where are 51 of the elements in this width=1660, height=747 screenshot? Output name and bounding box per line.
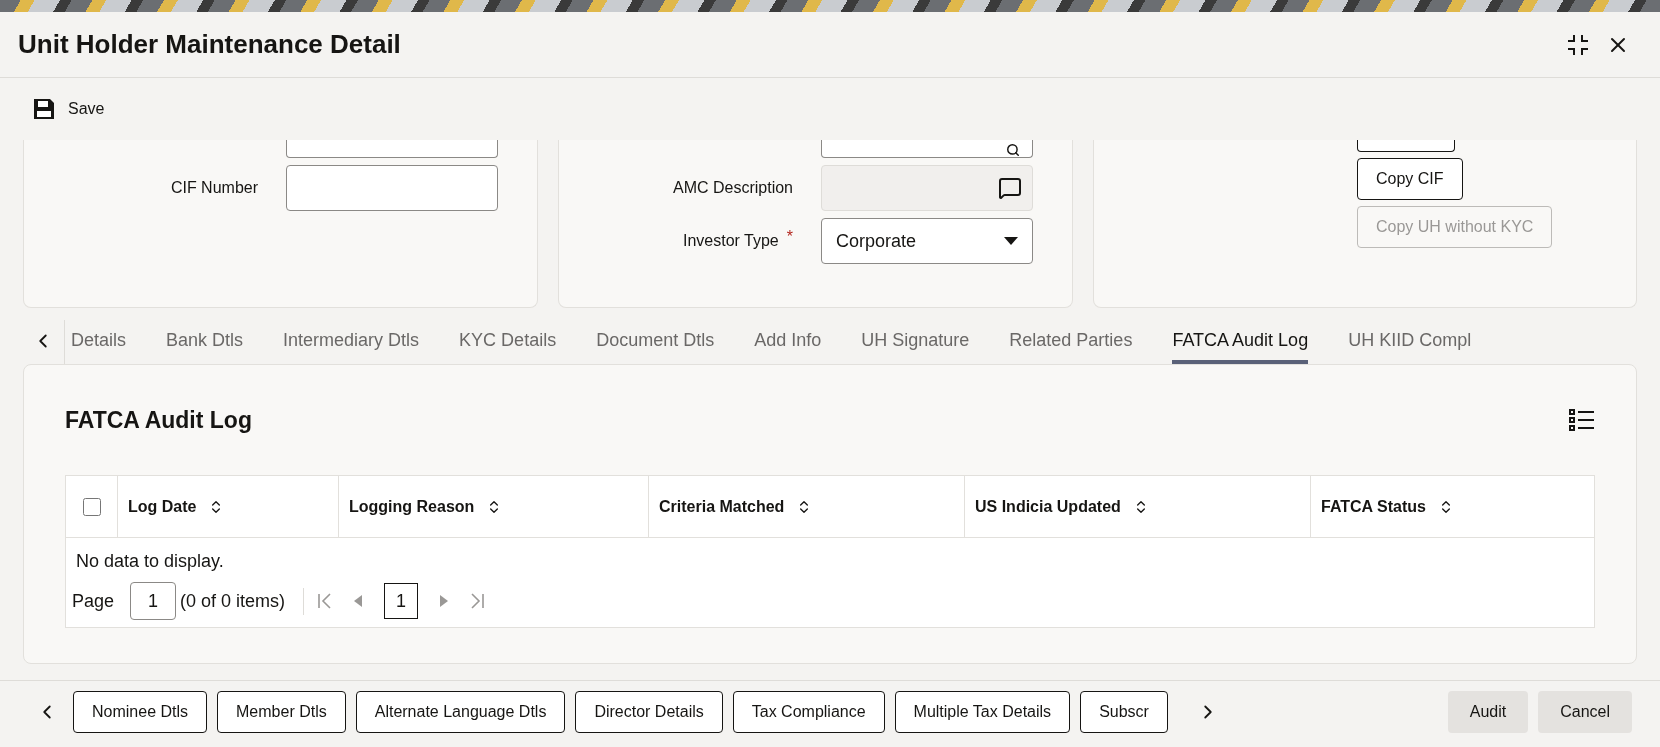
column-header[interactable]: Log Date — [118, 476, 339, 537]
page-label: Page — [72, 589, 115, 613]
input-field[interactable] — [286, 165, 498, 211]
button-stub[interactable] — [1357, 140, 1455, 152]
tab[interactable]: UH KIID Compl — [1348, 320, 1472, 364]
current-page-button[interactable]: 1 — [384, 583, 419, 619]
column-header[interactable]: US Indicia Updated — [965, 476, 1311, 537]
subform-button[interactable]: Subscr — [1080, 690, 1168, 733]
column-header[interactable]: Criteria Matched — [649, 476, 965, 537]
action-button[interactable]: Audit — [1447, 690, 1529, 733]
subform-button[interactable]: Nominee Dtls — [73, 690, 208, 733]
subform-button[interactable]: Tax Compliance — [732, 690, 885, 733]
required-mark: * — [786, 229, 793, 245]
tab[interactable]: KYC Details — [459, 320, 557, 364]
section-title: FATCA Audit Log — [65, 405, 252, 435]
subform-button[interactable]: Director Details — [575, 690, 723, 733]
subform-button[interactable]: Multiple Tax Details — [894, 690, 1071, 733]
empty-message: No data to display. — [75, 550, 225, 573]
tab[interactable]: Intermediary Dtls — [283, 320, 420, 364]
field-label: CIF Number — [169, 178, 258, 198]
item-count: (0 of 0 items) — [180, 587, 305, 615]
action-button[interactable]: Cancel — [1538, 690, 1632, 733]
dropdown-field[interactable]: Corporate — [821, 218, 1033, 264]
collapse-icon[interactable] — [1566, 32, 1590, 57]
caret-icon — [1004, 237, 1018, 245]
next-page-icon[interactable] — [440, 595, 449, 607]
window-title: Unit Holder Maintenance Detail — [18, 28, 401, 61]
field-label: Investor Type — [683, 231, 779, 251]
tab[interactable]: UH Signature — [861, 320, 970, 364]
page-input[interactable]: 1 — [130, 582, 177, 620]
first-page-icon[interactable] — [318, 593, 333, 609]
save-button[interactable]: Save — [32, 97, 105, 121]
tab[interactable]: Bank Dtls — [166, 320, 244, 364]
search-field[interactable] — [821, 140, 1033, 158]
subform-button[interactable]: Alternate Language Dtls — [355, 690, 566, 733]
tab[interactable]: Related Parties — [1009, 320, 1133, 364]
select-all-checkbox[interactable] — [82, 497, 101, 516]
tab[interactable]: Document Dtls — [596, 320, 715, 364]
subform-button[interactable]: Member Dtls — [217, 690, 346, 733]
tab[interactable]: Add Info — [754, 320, 822, 364]
comment-icon[interactable] — [998, 176, 1022, 200]
tab[interactable]: Details — [71, 320, 127, 364]
last-page-icon[interactable] — [470, 593, 485, 609]
copy-button[interactable]: Copy CIF — [1357, 158, 1463, 200]
column-header[interactable]: FATCA Status — [1311, 476, 1594, 537]
field-label: AMC Description — [672, 178, 793, 198]
previous-page-icon[interactable] — [354, 595, 363, 607]
list-view-icon[interactable] — [1569, 408, 1595, 432]
column-header[interactable]: Logging Reason — [339, 476, 649, 537]
input-field[interactable] — [286, 140, 498, 158]
search-icon[interactable] — [1006, 143, 1020, 157]
